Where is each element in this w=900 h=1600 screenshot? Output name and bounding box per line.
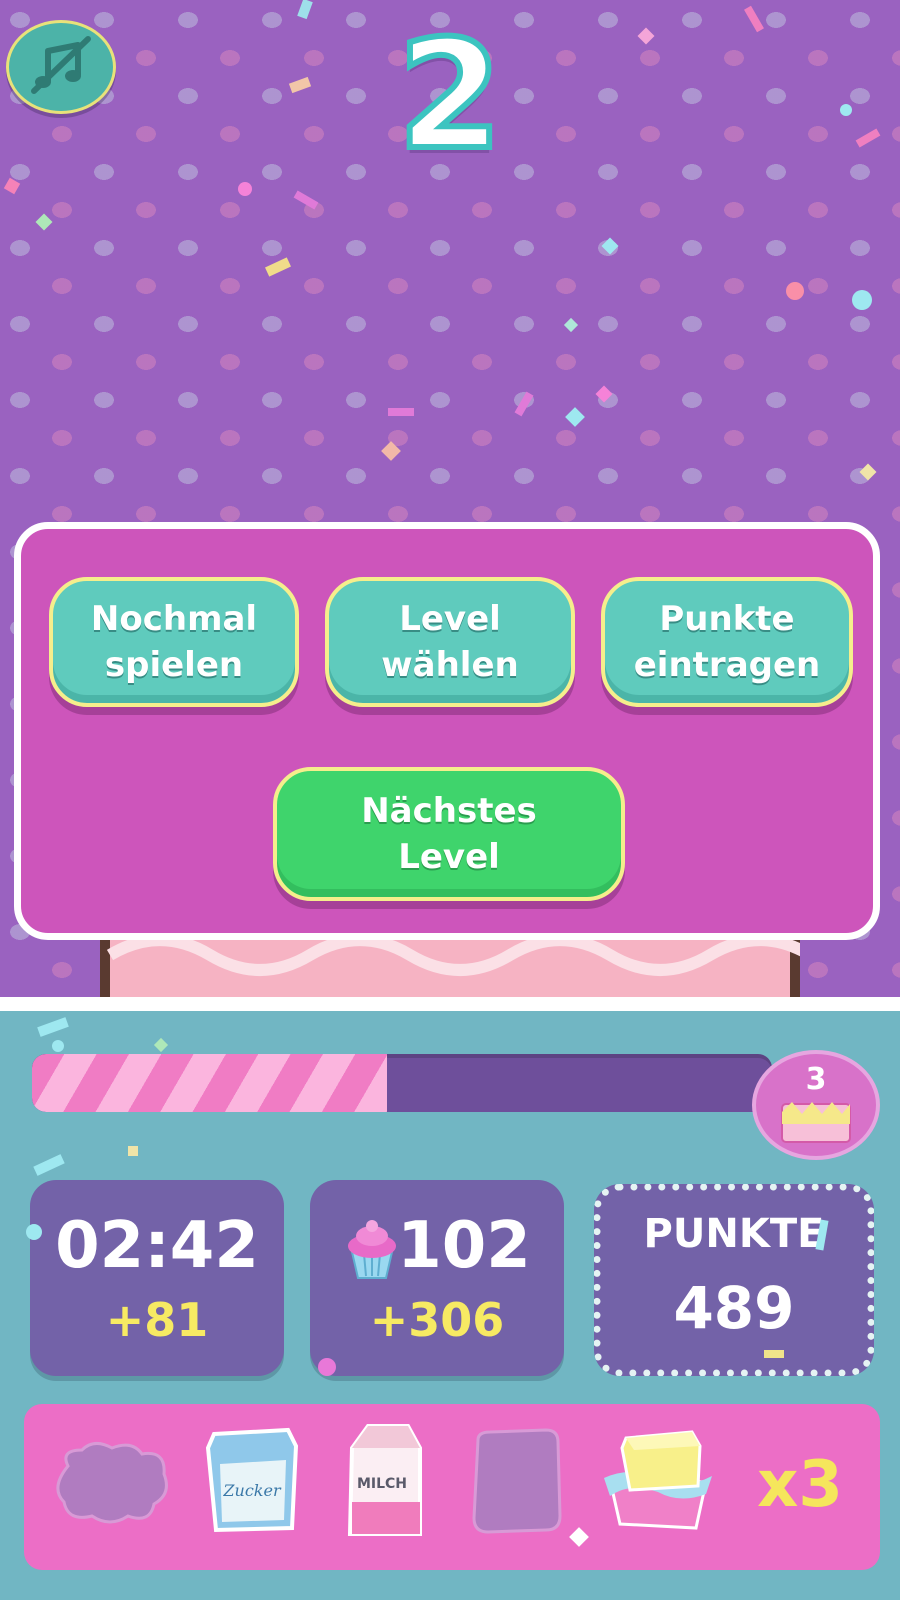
next-level-label-line2: Level bbox=[398, 837, 500, 877]
confetti bbox=[381, 441, 401, 461]
empty-slot-icon bbox=[466, 1426, 566, 1540]
sugar-label: Zucker bbox=[222, 1481, 282, 1500]
level-progress-bar bbox=[32, 1054, 772, 1112]
confetti bbox=[764, 1350, 784, 1358]
confetti bbox=[26, 1224, 42, 1240]
submit-score-label-line1: Punkte bbox=[659, 599, 795, 639]
milk-carton-icon: MILCH bbox=[338, 1418, 432, 1544]
select-level-label-line1: Level bbox=[399, 599, 501, 639]
confetti bbox=[855, 128, 881, 148]
confetti bbox=[840, 104, 852, 116]
music-muted-icon bbox=[26, 35, 96, 99]
confetti bbox=[744, 5, 764, 33]
timer-bonus: +81 bbox=[105, 1293, 209, 1347]
timer-value: 02:42 bbox=[55, 1209, 259, 1283]
level-complete-dialog: Nochmal spielen Level wählen Punkte eint… bbox=[14, 522, 880, 940]
hud-divider bbox=[0, 997, 900, 1011]
select-level-label-line2: wählen bbox=[381, 645, 519, 685]
level-number: 2 bbox=[395, 6, 505, 186]
submit-score-button[interactable]: Punkte eintragen bbox=[601, 577, 853, 707]
level-goal-number: 3 bbox=[805, 1062, 827, 1097]
confetti bbox=[52, 1040, 64, 1052]
play-again-label-line1: Nochmal bbox=[90, 599, 258, 639]
confetti bbox=[852, 290, 872, 310]
confetti bbox=[238, 182, 252, 196]
cupcake-bonus: +306 bbox=[369, 1293, 505, 1347]
confetti bbox=[265, 257, 291, 277]
timer-box: 02:42 +81 bbox=[30, 1180, 284, 1376]
confetti bbox=[297, 0, 313, 20]
next-level-label-line1: Nächstes bbox=[361, 791, 537, 831]
sugar-bag-icon: Zucker bbox=[200, 1424, 304, 1540]
music-toggle-button[interactable] bbox=[6, 20, 116, 114]
cake-icon bbox=[780, 1098, 852, 1148]
play-again-label-line2: spielen bbox=[104, 645, 244, 685]
confetti bbox=[288, 76, 312, 94]
confetti bbox=[514, 391, 534, 417]
confetti bbox=[595, 385, 613, 403]
milk-label: MILCH bbox=[357, 1476, 407, 1492]
confetti bbox=[563, 317, 579, 333]
level-goal-badge: 3 bbox=[752, 1050, 880, 1160]
butter-block-icon bbox=[600, 1420, 716, 1542]
next-level-button[interactable]: Nächstes Level bbox=[273, 767, 625, 901]
confetti bbox=[637, 27, 655, 45]
confetti bbox=[859, 463, 877, 481]
confetti bbox=[601, 237, 619, 255]
confetti bbox=[35, 213, 53, 231]
points-box: PUNKTE 489 bbox=[594, 1184, 874, 1376]
points-label: PUNKTE bbox=[643, 1211, 825, 1257]
confetti bbox=[293, 190, 319, 210]
confetti bbox=[786, 282, 804, 300]
empty-splat-slot-icon bbox=[50, 1436, 174, 1534]
cupcake-count: 102 bbox=[397, 1209, 531, 1283]
ingredient-multiplier: x3 bbox=[757, 1448, 843, 1522]
submit-score-label-line2: eintragen bbox=[633, 645, 821, 685]
confetti bbox=[565, 407, 585, 427]
confetti bbox=[3, 177, 21, 195]
select-level-button[interactable]: Level wählen bbox=[325, 577, 575, 707]
cupcake-count-box: 102 +306 bbox=[310, 1180, 564, 1376]
play-again-button[interactable]: Nochmal spielen bbox=[49, 577, 299, 707]
confetti bbox=[318, 1358, 336, 1376]
level-progress-fill bbox=[32, 1054, 388, 1112]
confetti bbox=[128, 1146, 138, 1156]
confetti bbox=[388, 408, 414, 416]
points-value: 489 bbox=[673, 1274, 795, 1342]
